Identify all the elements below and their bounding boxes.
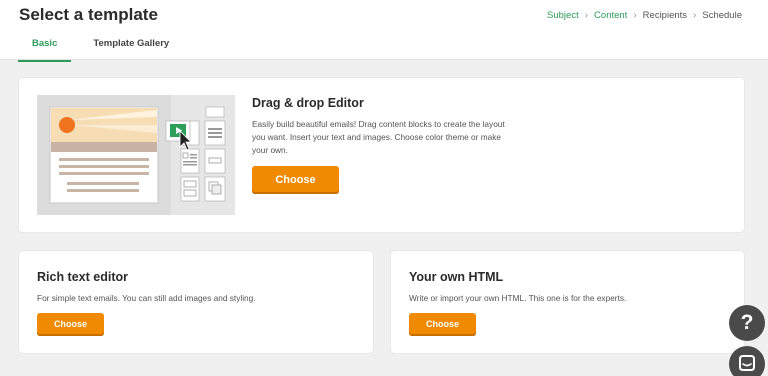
rich-text-editor-card: Rich text editor For simple text emails.… [19, 251, 373, 353]
chat-button[interactable] [729, 346, 765, 376]
own-html-choose-button[interactable]: Choose [409, 313, 476, 336]
breadcrumb-content[interactable]: Content [594, 10, 627, 21]
question-icon: ? [740, 311, 754, 334]
tab-template-gallery[interactable]: Template Gallery [81, 38, 181, 62]
breadcrumb-subject[interactable]: Subject [547, 10, 579, 21]
own-html-description: Write or import your own HTML. This one … [409, 293, 627, 303]
rich-text-choose-button[interactable]: Choose [37, 313, 104, 336]
own-html-title: Your own HTML [409, 270, 504, 284]
breadcrumb-recipients[interactable]: Recipients [643, 10, 687, 21]
page-title: Select a template [19, 5, 158, 24]
chevron-right-icon: › [633, 10, 637, 21]
drag-drop-choose-button[interactable]: Choose [252, 166, 339, 194]
breadcrumb-schedule[interactable]: Schedule [702, 10, 742, 21]
chevron-right-icon: › [584, 10, 589, 21]
chevron-right-icon: › [693, 10, 697, 21]
drag-drop-editor-card: Drag & drop Editor Easily build beautifu… [19, 78, 744, 232]
rich-text-description: For simple text emails. You can still ad… [37, 293, 256, 303]
breadcrumb: Subject › Content › Recipients › Schedul… [547, 10, 742, 21]
rich-text-title: Rich text editor [37, 270, 128, 284]
own-html-card: Your own HTML Write or import your own H… [391, 251, 744, 353]
drag-drop-description: Easily build beautiful emails! Drag cont… [252, 119, 505, 155]
top-bar: Select a template Subject › Content › Re… [0, 0, 768, 62]
drag-drop-illustration-icon [37, 95, 235, 215]
chat-icon [739, 355, 755, 371]
tab-basic[interactable]: Basic [18, 38, 72, 62]
drag-drop-title: Drag & drop Editor [252, 96, 364, 110]
help-button[interactable]: ? [729, 305, 765, 341]
template-tabs: Basic Template Gallery [18, 38, 191, 62]
